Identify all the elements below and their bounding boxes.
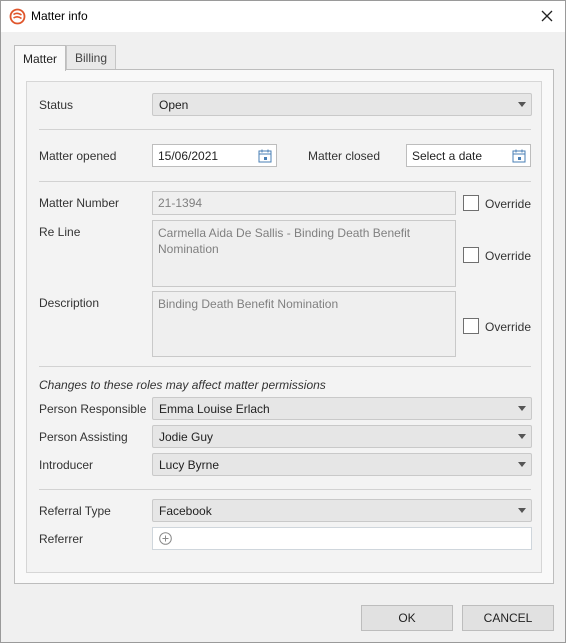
calendar-icon[interactable]: [258, 149, 272, 163]
roles-permission-note: Changes to these roles may affect matter…: [39, 378, 326, 392]
matter-opened-value: 15/06/2021: [158, 148, 219, 163]
divider: [39, 129, 531, 130]
re-line-override-checkbox[interactable]: [463, 247, 479, 263]
person-responsible-value: Emma Louise Erlach: [159, 401, 270, 416]
matter-number-label: Matter Number: [39, 196, 120, 210]
person-assisting-value: Jodie Guy: [159, 429, 214, 444]
status-select[interactable]: Open: [152, 93, 532, 116]
divider: [39, 181, 531, 182]
status-label: Status: [39, 98, 74, 112]
person-assisting-select[interactable]: Jodie Guy: [152, 425, 532, 448]
matter-closed-placeholder: Select a date: [412, 148, 483, 163]
cancel-button[interactable]: CANCEL: [462, 605, 554, 631]
window-title: Matter info: [31, 9, 88, 23]
referral-type-select[interactable]: Facebook: [152, 499, 532, 522]
re-line-label: Re Line: [39, 225, 81, 239]
person-assisting-label: Person Assisting: [39, 430, 128, 444]
app-logo-icon: [9, 8, 26, 25]
chevron-down-icon: [518, 102, 526, 107]
add-circle-icon[interactable]: [159, 532, 172, 545]
matter-number-override-checkbox[interactable]: [463, 195, 479, 211]
chevron-down-icon: [518, 508, 526, 513]
re-line-textarea[interactable]: Carmella Aida De Sallis - Binding Death …: [152, 220, 456, 287]
chevron-down-icon: [518, 406, 526, 411]
referrer-input[interactable]: [152, 527, 532, 550]
matter-number-value: 21-1394: [158, 196, 203, 210]
referrer-label: Referrer: [39, 532, 84, 546]
matter-number-override-label: Override: [485, 197, 532, 211]
description-textarea[interactable]: Binding Death Benefit Nomination: [152, 291, 456, 357]
ok-button[interactable]: OK: [361, 605, 453, 631]
re-line-override-label: Override: [485, 249, 532, 263]
matter-opened-date-input[interactable]: 15/06/2021: [152, 144, 277, 167]
matter-number-input[interactable]: 21-1394: [152, 191, 456, 215]
divider: [39, 489, 531, 490]
description-value: Binding Death Benefit Nomination: [158, 297, 339, 311]
chevron-down-icon: [518, 434, 526, 439]
title-bar: Matter info: [1, 1, 565, 32]
tab-billing[interactable]: Billing: [66, 45, 117, 70]
matter-info-dialog: Matter info Matter Billing Status Open M…: [0, 0, 566, 643]
close-button[interactable]: [535, 5, 559, 27]
tab-matter[interactable]: Matter: [14, 45, 67, 71]
introducer-select[interactable]: Lucy Byrne: [152, 453, 532, 476]
matter-tab-panel: Status Open Matter opened 15/06/2021 Mat…: [14, 69, 554, 584]
person-responsible-select[interactable]: Emma Louise Erlach: [152, 397, 532, 420]
referral-type-value: Facebook: [159, 503, 212, 518]
person-responsible-label: Person Responsible: [39, 402, 147, 416]
chevron-down-icon: [518, 462, 526, 467]
calendar-icon[interactable]: [512, 149, 526, 163]
description-override-label: Override: [485, 320, 532, 334]
status-value: Open: [159, 97, 189, 112]
introducer-label: Introducer: [39, 458, 94, 472]
description-override-checkbox[interactable]: [463, 318, 479, 334]
matter-form: Status Open Matter opened 15/06/2021 Mat…: [26, 81, 542, 573]
matter-closed-label: Matter closed: [308, 149, 381, 163]
matter-closed-date-input[interactable]: Select a date: [406, 144, 531, 167]
re-line-value: Carmella Aida De Sallis - Binding Death …: [158, 226, 411, 256]
close-icon: [541, 10, 553, 22]
divider: [39, 366, 531, 367]
matter-opened-label: Matter opened: [39, 149, 117, 163]
description-label: Description: [39, 296, 100, 310]
referral-type-label: Referral Type: [39, 504, 111, 518]
introducer-value: Lucy Byrne: [159, 457, 220, 472]
tab-strip: Matter Billing: [14, 45, 117, 71]
